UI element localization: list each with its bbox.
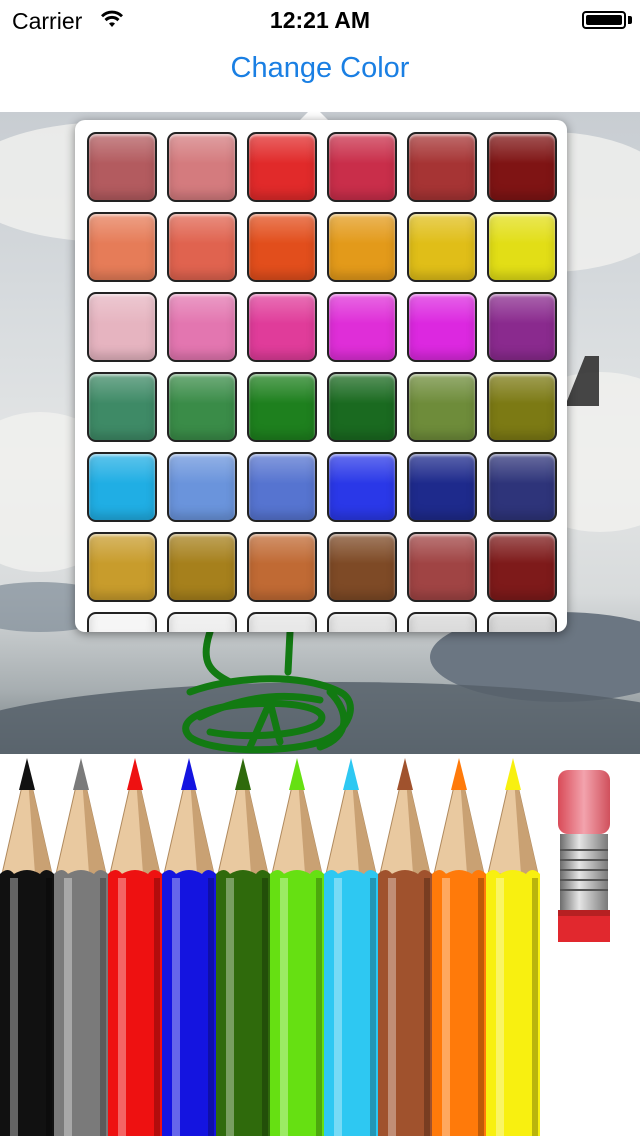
color-swatch[interactable]	[487, 612, 557, 632]
pencil-tray	[0, 754, 640, 1136]
color-swatch[interactable]	[247, 212, 317, 282]
pencil-gray[interactable]	[54, 758, 108, 1136]
color-swatch[interactable]	[487, 452, 557, 522]
color-swatch[interactable]	[487, 292, 557, 362]
nav-bar: Change Color	[0, 40, 640, 112]
color-swatch[interactable]	[327, 612, 397, 632]
pencil-red[interactable]	[108, 758, 162, 1136]
battery-tip	[628, 16, 632, 24]
pencil-yellow[interactable]	[486, 758, 540, 1136]
color-swatch[interactable]	[167, 132, 237, 202]
color-swatch[interactable]	[87, 452, 157, 522]
color-swatch[interactable]	[167, 292, 237, 362]
pencil-dark-green[interactable]	[216, 758, 270, 1136]
color-swatch[interactable]	[247, 132, 317, 202]
color-swatch[interactable]	[167, 452, 237, 522]
color-swatch[interactable]	[327, 292, 397, 362]
popover-arrow	[300, 106, 328, 120]
color-swatch[interactable]	[407, 132, 477, 202]
color-swatch[interactable]	[247, 372, 317, 442]
eraser-icon[interactable]	[556, 770, 612, 946]
color-swatch[interactable]	[407, 292, 477, 362]
color-swatch[interactable]	[327, 452, 397, 522]
pencil-set	[0, 758, 540, 1136]
swatch-grid	[87, 132, 557, 632]
color-swatch[interactable]	[167, 612, 237, 632]
color-swatch[interactable]	[487, 372, 557, 442]
color-swatch[interactable]	[167, 372, 237, 442]
color-swatch[interactable]	[327, 372, 397, 442]
clock: 12:21 AM	[269, 7, 371, 33]
color-swatch[interactable]	[167, 212, 237, 282]
color-swatch[interactable]	[87, 532, 157, 602]
color-swatch[interactable]	[247, 532, 317, 602]
color-swatch[interactable]	[487, 532, 557, 602]
color-swatch[interactable]	[87, 132, 157, 202]
pencil-lime-green[interactable]	[270, 758, 324, 1136]
color-swatch[interactable]	[407, 212, 477, 282]
color-swatch[interactable]	[407, 372, 477, 442]
color-swatch[interactable]	[167, 532, 237, 602]
color-swatch[interactable]	[327, 212, 397, 282]
color-swatch[interactable]	[247, 452, 317, 522]
color-swatch[interactable]	[87, 212, 157, 282]
color-swatch[interactable]	[487, 212, 557, 282]
pencil-brown[interactable]	[378, 758, 432, 1136]
pencil-black[interactable]	[0, 758, 54, 1136]
pencil-sky-blue[interactable]	[324, 758, 378, 1136]
color-swatch[interactable]	[87, 292, 157, 362]
change-color-button[interactable]: Change Color	[0, 52, 640, 85]
status-bar: Carrier 12:21 AM	[0, 0, 640, 40]
color-swatch[interactable]	[87, 612, 157, 632]
color-swatch[interactable]	[87, 372, 157, 442]
color-palette-popover	[75, 120, 567, 632]
color-swatch[interactable]	[487, 132, 557, 202]
color-swatch[interactable]	[247, 292, 317, 362]
pencil-blue[interactable]	[162, 758, 216, 1136]
green-scribble	[182, 628, 354, 754]
pencil-orange[interactable]	[432, 758, 486, 1136]
color-swatch[interactable]	[407, 612, 477, 632]
battery-icon	[582, 11, 626, 29]
color-swatch[interactable]	[327, 532, 397, 602]
color-swatch[interactable]	[247, 612, 317, 632]
color-swatch[interactable]	[407, 452, 477, 522]
color-swatch[interactable]	[327, 132, 397, 202]
wing-tip	[565, 356, 599, 406]
color-swatch[interactable]	[407, 532, 477, 602]
